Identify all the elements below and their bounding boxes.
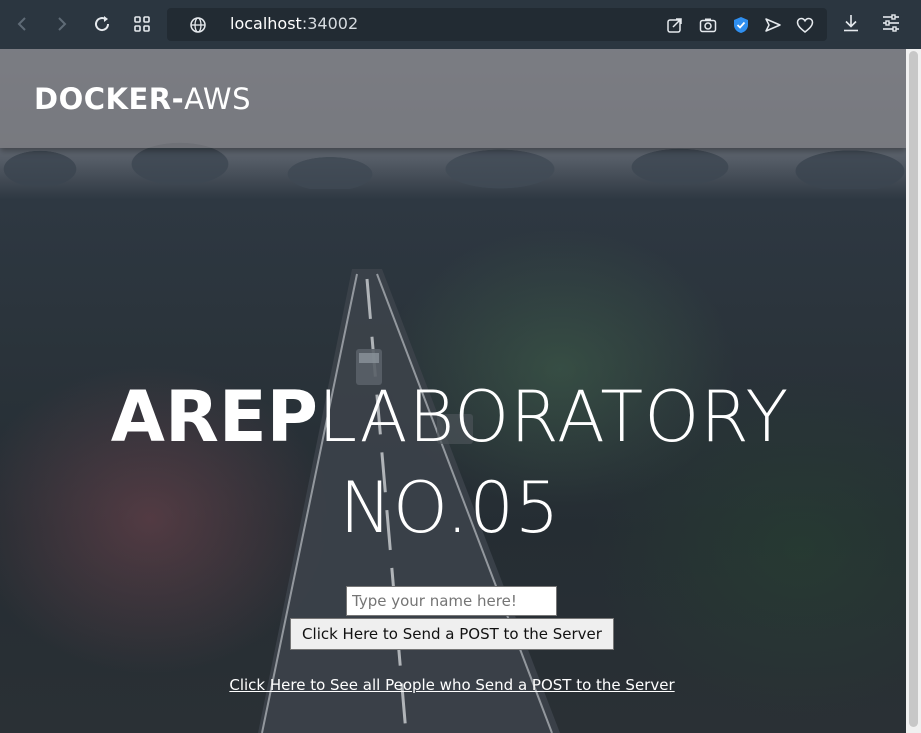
page-viewport: DOCKER-AWS AREPLABORATORY NO.05 Click He… [0, 49, 906, 733]
back-arrow-icon[interactable] [11, 13, 33, 35]
name-input[interactable] [346, 586, 557, 616]
download-icon[interactable] [842, 13, 860, 37]
page-scrollbar[interactable] [906, 49, 921, 733]
heart-icon[interactable] [796, 16, 814, 38]
address-bar[interactable]: localhost:34002 [167, 8, 827, 41]
hero-subtitle: NO.05 [339, 467, 561, 549]
camera-icon[interactable] [699, 16, 717, 38]
reload-icon[interactable] [91, 13, 113, 35]
shield-check-icon[interactable] [732, 16, 750, 38]
browser-toolbar: localhost:34002 [0, 0, 921, 49]
url-host: localhost [230, 14, 302, 33]
scrollbar-thumb[interactable] [909, 51, 918, 727]
url-text[interactable]: localhost:34002 [230, 14, 358, 34]
url-port: :34002 [301, 14, 359, 33]
brand-light-text: AWS [184, 82, 252, 116]
tab-grid-icon[interactable] [131, 13, 153, 35]
hero-title-bold: AREP [110, 376, 318, 458]
see-all-people-link[interactable]: Click Here to See all People who Send a … [0, 676, 904, 694]
brand-bold-text: DOCKER- [34, 82, 185, 116]
globe-icon [189, 16, 207, 38]
sliders-icon[interactable] [881, 13, 901, 37]
share-icon[interactable] [666, 16, 684, 38]
forward-arrow-icon[interactable] [51, 13, 73, 35]
send-icon[interactable] [764, 16, 782, 38]
hero-title: AREPLABORATORY [0, 374, 903, 460]
send-post-button[interactable]: Click Here to Send a POST to the Server [290, 618, 614, 650]
site-header: DOCKER-AWS [0, 49, 906, 148]
brand-logo[interactable]: DOCKER-AWS [34, 82, 251, 116]
hero-title-light: LABORATORY [317, 376, 790, 458]
